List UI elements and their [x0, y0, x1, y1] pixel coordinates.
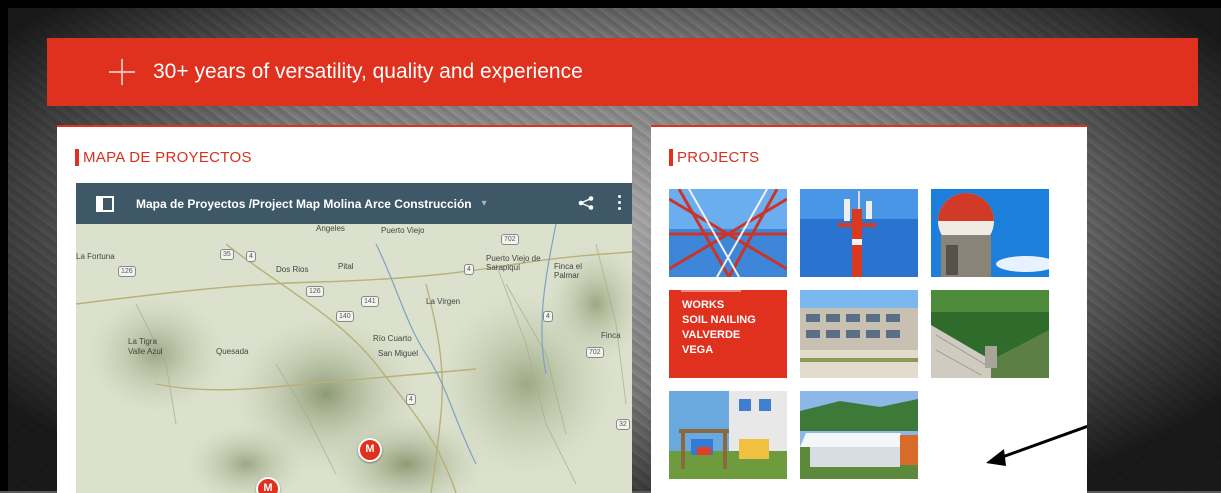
road-marker: 35 — [220, 249, 234, 260]
title-accent-bar — [75, 149, 79, 166]
chevron-down-icon[interactable]: ▾ — [482, 198, 487, 209]
projects-section-title: PROJECTS — [669, 149, 759, 166]
map-section-title-text: MAPA DE PROYECTOS — [83, 149, 252, 166]
project-location-pin[interactable] — [358, 438, 382, 462]
more-options-icon[interactable] — [618, 195, 622, 211]
terrain-shading — [76, 224, 632, 493]
share-icon[interactable] — [578, 196, 594, 210]
projects-section-title-text: PROJECTS — [677, 149, 760, 166]
map-label: Dos Rios — [276, 265, 309, 274]
map-panel: MAPA DE PROYECTOS Mapa de Proyectos /Pro… — [57, 125, 632, 493]
project-tile-lattice-tower[interactable] — [669, 189, 787, 277]
map-canvas[interactable]: Angeles Puerto Viejo Puerto Viejo de Sar… — [76, 224, 632, 493]
pointer-arrow-icon — [986, 424, 1087, 466]
embedded-map[interactable]: Mapa de Proyectos /Project Map Molina Ar… — [76, 183, 632, 493]
map-label: Puerto Viejo — [381, 226, 425, 235]
map-label: Puerto Viejo de Sarapiquí — [486, 254, 541, 272]
project-tile-antenna-tower[interactable] — [800, 189, 918, 277]
map-header: Mapa de Proyectos /Project Map Molina Ar… — [76, 183, 632, 224]
map-label: Valle Azul — [128, 347, 163, 356]
map-label: La Fortuna — [76, 252, 115, 261]
screen-frame-left — [0, 0, 8, 491]
map-title: Mapa de Proyectos /Project Map Molina Ar… — [136, 196, 472, 211]
plus-icon — [109, 59, 135, 85]
project-tile-dam[interactable] — [931, 290, 1049, 378]
map-section-title: MAPA DE PROYECTOS — [75, 149, 252, 166]
sidebar-toggle-icon[interactable] — [96, 195, 114, 212]
road-marker: 126 — [306, 286, 324, 297]
map-label: La Virgen — [426, 297, 461, 306]
project-tile-soil-nailing[interactable]: WORKS SOIL NAILING VALVERDE VEGA — [669, 290, 787, 378]
map-label: Río Cuarto — [373, 334, 412, 343]
road-marker: 32 — [616, 419, 630, 430]
road-marker: 4 — [246, 251, 256, 262]
road-marker: 140 — [336, 311, 354, 322]
project-tile-playground[interactable] — [669, 391, 787, 479]
screen-frame-top — [0, 0, 1221, 8]
map-label: Quesada — [216, 347, 249, 356]
road-marker: 141 — [361, 296, 379, 307]
map-label: Finca — [601, 331, 621, 340]
map-label: Finca el Palmar — [554, 262, 583, 280]
map-label: La Tigra — [128, 337, 157, 346]
road-marker: 4 — [464, 264, 474, 275]
project-tile-caption: WORKS SOIL NAILING VALVERDE VEGA — [682, 299, 756, 356]
clipped-text-fragment — [681, 290, 741, 292]
road-marker: 4 — [406, 394, 416, 405]
projects-panel: PROJECTS WORKS SOIL NAILING VALVERDE VEG… — [651, 125, 1087, 493]
road-marker: 702 — [586, 347, 604, 358]
banner-text: 30+ years of versatility, quality and ex… — [153, 60, 583, 83]
road-marker: 4 — [543, 311, 553, 322]
map-label: Pital — [338, 262, 354, 271]
title-accent-bar — [669, 149, 673, 166]
project-tile-building[interactable] — [800, 290, 918, 378]
road-marker: 126 — [118, 266, 136, 277]
map-label: San Miguel — [378, 349, 419, 358]
project-tile-radar-dome[interactable] — [931, 189, 1049, 277]
project-tile-covered-court[interactable] — [800, 391, 918, 479]
road-marker: 702 — [501, 234, 519, 245]
tagline-banner: 30+ years of versatility, quality and ex… — [47, 38, 1198, 106]
map-label: Angeles — [316, 224, 345, 233]
